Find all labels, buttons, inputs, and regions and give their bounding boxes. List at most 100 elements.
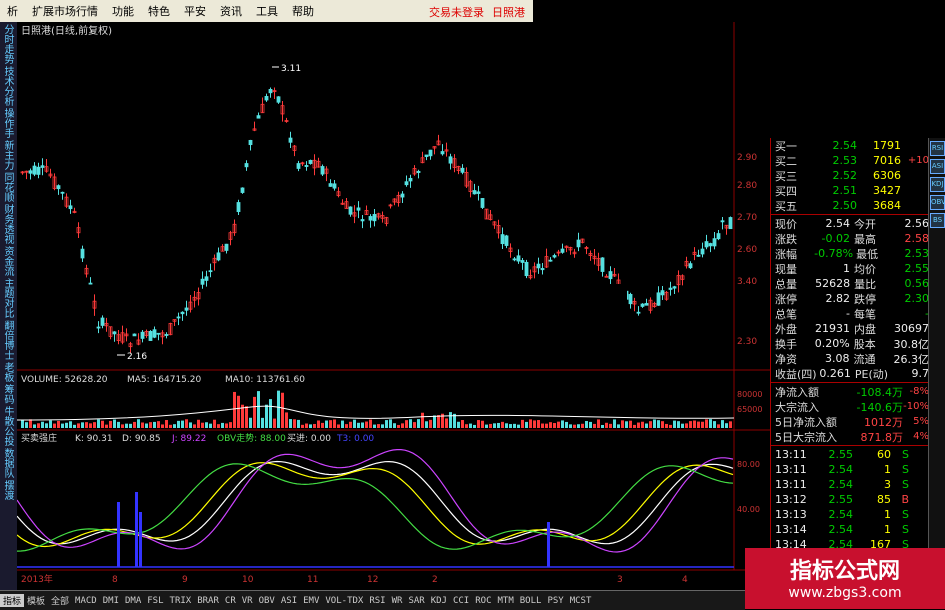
indicator-tab-cr[interactable]: CR bbox=[222, 596, 239, 606]
indicator-tab-brar[interactable]: BRAR bbox=[194, 596, 222, 606]
indicator-shortcut-icon[interactable]: KDJ bbox=[930, 177, 945, 192]
indicator-tab-roc[interactable]: ROC bbox=[472, 596, 494, 606]
menu-item-6[interactable]: 工具 bbox=[249, 3, 285, 19]
indicator-tab-kdj[interactable]: KDJ bbox=[428, 596, 450, 606]
left-tab-13[interactable]: 摆渡 bbox=[2, 480, 13, 500]
volume-bar bbox=[281, 392, 284, 428]
candle-body bbox=[460, 167, 465, 173]
left-tab-2[interactable]: 操作手 bbox=[2, 108, 13, 138]
indicator-tab-macd[interactable]: MACD bbox=[72, 596, 100, 606]
volume-bar bbox=[709, 419, 712, 428]
menu-item-2[interactable]: 功能 bbox=[105, 3, 141, 19]
left-tab-6[interactable]: 资金流 bbox=[2, 246, 13, 276]
volume-bar bbox=[389, 419, 392, 428]
indicator-shortcut-icon[interactable]: ASI bbox=[930, 159, 945, 174]
stat-value-2: 2.58 bbox=[904, 232, 930, 245]
stat-label: 换手 bbox=[775, 337, 797, 351]
ind-sell: T3: 0.00 bbox=[336, 434, 374, 444]
indicator-tab-boll[interactable]: BOLL bbox=[517, 596, 545, 606]
left-tab-0[interactable]: 分时走势 bbox=[2, 24, 13, 64]
flow-pct: -8% bbox=[909, 386, 929, 397]
indicator-tab-指标[interactable]: 指标 bbox=[0, 594, 25, 607]
volume-bar bbox=[545, 423, 548, 428]
left-tab-5[interactable]: 财务透视 bbox=[2, 204, 13, 244]
left-tab-8[interactable]: 翻倍博士 bbox=[2, 320, 13, 360]
indicator-tab-mtm[interactable]: MTM bbox=[495, 596, 517, 606]
left-tab-11[interactable]: 牛散公投 bbox=[2, 406, 13, 446]
indicator-tab-emv[interactable]: EMV bbox=[300, 596, 322, 606]
volume-bar bbox=[329, 420, 332, 428]
indicator-tab-psy[interactable]: PSY bbox=[544, 596, 566, 606]
volume-bar bbox=[305, 423, 308, 428]
volume-bar bbox=[217, 424, 220, 428]
left-tab-9[interactable]: 老板 bbox=[2, 362, 13, 382]
indicator-shortcut-icon[interactable]: OBV bbox=[930, 195, 945, 210]
left-tab-3[interactable]: 新主力 bbox=[2, 140, 13, 170]
indicator-tab-vol-tdx[interactable]: VOL-TDX bbox=[322, 596, 366, 606]
indicator-tab-trix[interactable]: TRIX bbox=[167, 596, 195, 606]
indicator-tab-全部[interactable]: 全部 bbox=[48, 594, 72, 607]
volume-bar bbox=[493, 423, 496, 428]
left-tab-4[interactable]: 同花顺 bbox=[2, 172, 13, 202]
candle-body bbox=[552, 255, 557, 258]
menu-item-5[interactable]: 资讯 bbox=[213, 3, 249, 19]
bid-volume: 6306 bbox=[873, 169, 901, 182]
candle-body bbox=[500, 234, 505, 245]
left-tab-12[interactable]: 数据队 bbox=[2, 448, 13, 478]
volume-bar bbox=[289, 419, 292, 428]
menu-item-1[interactable]: 扩展市场行情 bbox=[25, 3, 105, 19]
volume-bar bbox=[365, 421, 368, 428]
indicator-tab-模板[interactable]: 模板 bbox=[24, 594, 48, 607]
bid-price: 2.53 bbox=[832, 154, 858, 167]
indicator-tab-dma[interactable]: DMA bbox=[122, 596, 144, 606]
indicator-tab-wr[interactable]: WR bbox=[389, 596, 406, 606]
candle-body bbox=[304, 165, 309, 167]
left-tab-10[interactable]: 筹码 bbox=[2, 384, 13, 404]
tick-time: 13:12 bbox=[775, 493, 807, 506]
candle-body bbox=[660, 290, 665, 296]
tick-time: 13:13 bbox=[775, 508, 807, 521]
menu-item-3[interactable]: 特色 bbox=[141, 3, 177, 19]
volume-bar bbox=[641, 421, 644, 428]
volume-bar bbox=[397, 424, 400, 428]
menu-item-7[interactable]: 帮助 bbox=[285, 3, 321, 19]
candle-body bbox=[148, 331, 153, 341]
main-chart-area: 日照港(日线,前复权) 2.90 2.80 2.70 2.60 3.40 2.30 3.11 2… bbox=[17, 22, 770, 590]
menu-item-4[interactable]: 平安 bbox=[177, 3, 213, 19]
indicator-tab-rsi[interactable]: RSI bbox=[366, 596, 388, 606]
stat-value-2: 2.53 bbox=[904, 247, 930, 260]
indicator-tab-asi[interactable]: ASI bbox=[278, 596, 300, 606]
quote-panel: 买一 2.54 1791 买二 2.53 7016 +10 买三 2.52 6306 买四 2.51 3… bbox=[770, 138, 930, 551]
indicator-tab-mcst[interactable]: MCST bbox=[567, 596, 595, 606]
indicator-tab-vr[interactable]: VR bbox=[239, 596, 256, 606]
stat-row: 外盘 21931 内盘 30697 bbox=[771, 321, 929, 336]
left-tab-7[interactable]: 主题对比 bbox=[2, 278, 13, 318]
indicator-tab-sar[interactable]: SAR bbox=[405, 596, 427, 606]
menubar: 析扩展市场行情 功能 特色 平安 资讯 工具 帮助 交易未登录 日照港 bbox=[0, 0, 533, 23]
menubar-status-1[interactable]: 日照港 bbox=[492, 4, 525, 20]
candle-body bbox=[640, 303, 645, 307]
volume-bar bbox=[681, 423, 684, 428]
stat-label: 外盘 bbox=[775, 322, 797, 336]
indicator-tab-fsl[interactable]: FSL bbox=[144, 596, 166, 606]
candle-body bbox=[276, 96, 281, 103]
volume-bar bbox=[445, 418, 448, 428]
menu-item-0[interactable]: 析 bbox=[0, 3, 25, 19]
bid-label: 买一 bbox=[775, 139, 797, 153]
indicator-tab-obv[interactable]: OBV bbox=[256, 596, 278, 606]
tick-volume: 1 bbox=[884, 463, 891, 476]
volume-bar bbox=[169, 424, 172, 428]
volume-bar bbox=[557, 421, 560, 428]
indicator-tab-dmi[interactable]: DMI bbox=[100, 596, 122, 606]
menubar-status-0[interactable]: 交易未登录 bbox=[429, 4, 484, 20]
indicator-tab-cci[interactable]: CCI bbox=[450, 596, 472, 606]
signal-bar bbox=[117, 502, 120, 567]
left-tab-1[interactable]: 技术分析 bbox=[2, 66, 13, 106]
chart-title: 日照港(日线,前复权) bbox=[21, 24, 112, 37]
stat-value: 3.08 bbox=[825, 352, 850, 365]
volume-bar bbox=[437, 415, 440, 428]
indicator-shortcut-icon[interactable]: BS bbox=[930, 213, 945, 228]
volume-bar bbox=[457, 421, 460, 428]
indicator-shortcut-icon[interactable]: RSI bbox=[930, 141, 945, 156]
tick-side: S bbox=[902, 478, 909, 491]
